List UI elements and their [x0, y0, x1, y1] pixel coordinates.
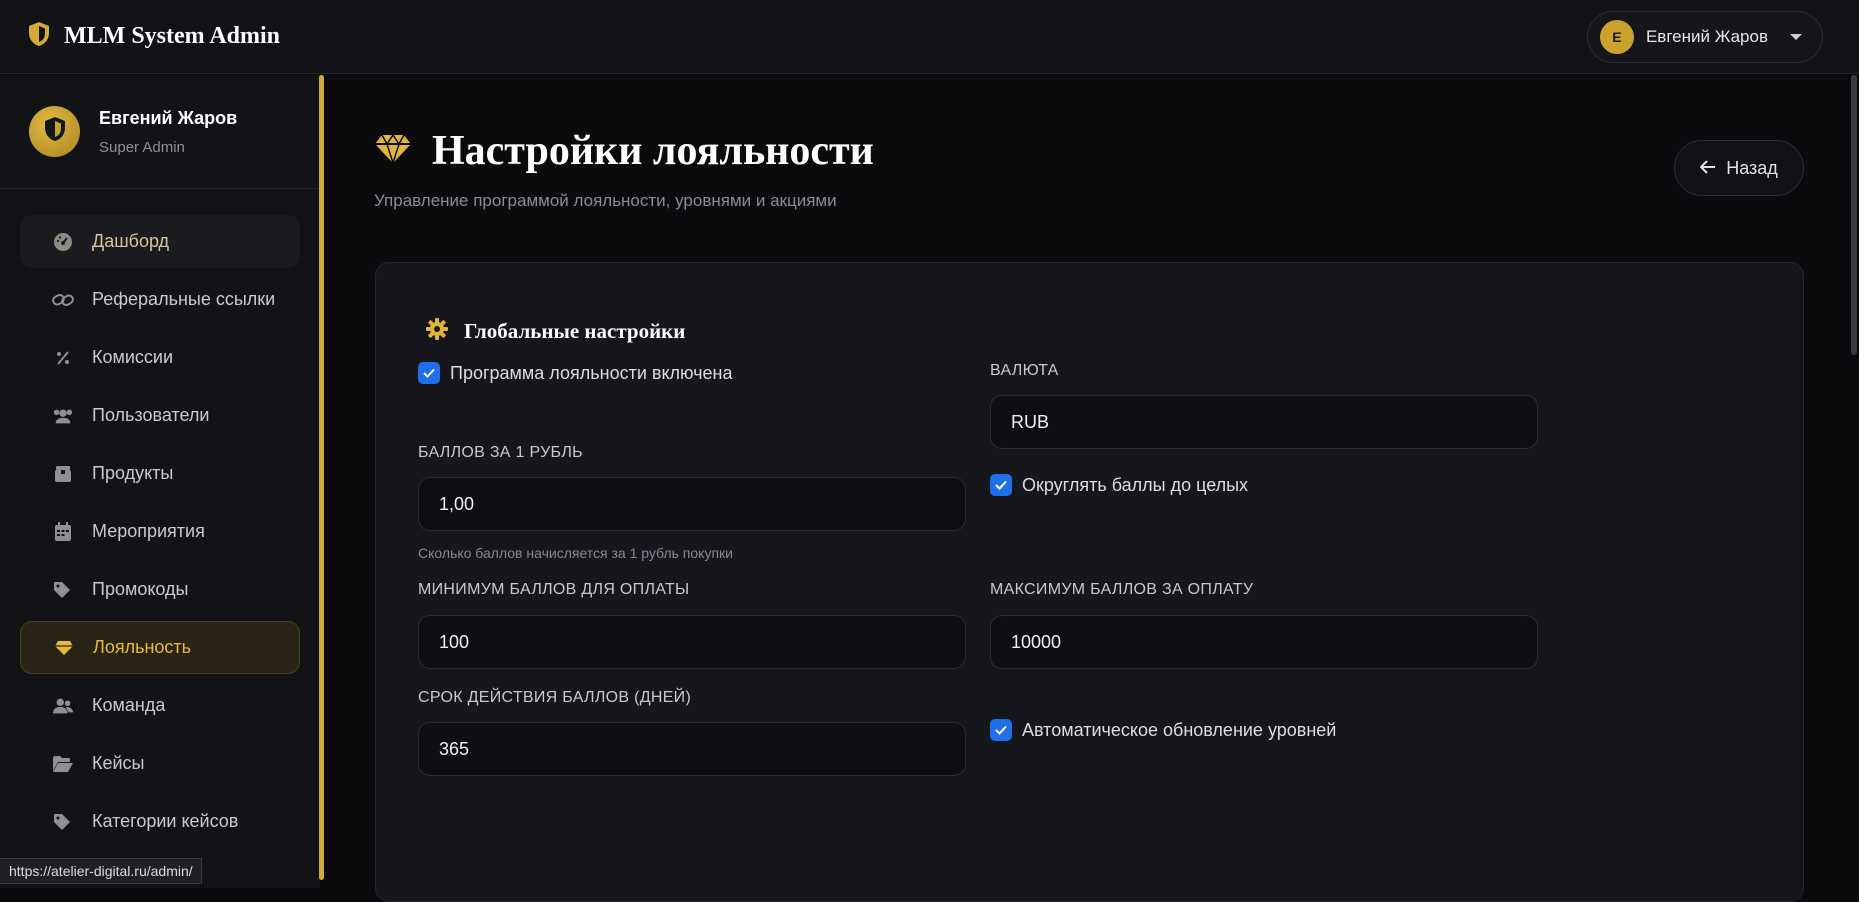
- page-title: Настройки лояльности: [432, 128, 874, 174]
- sidebar-item-loyalty[interactable]: Лояльность: [20, 621, 300, 674]
- section-title: Глобальные настройки: [464, 319, 686, 343]
- program-enabled-checkbox[interactable]: [418, 362, 440, 384]
- app-title: MLM System Admin: [64, 23, 280, 49]
- profile-role: Super Admin: [99, 138, 185, 156]
- shield-icon: [44, 116, 66, 147]
- sidebar-item-label: Кейсы: [92, 753, 145, 773]
- min-points-label: МИНИМУМ БАЛЛОВ ДЛЯ ОПЛАТЫ: [418, 581, 690, 598]
- sidebar-item-products[interactable]: Продукты: [20, 447, 300, 500]
- points-per-ruble-hint: Сколько баллов начисляется за 1 рубль по…: [418, 545, 733, 561]
- sidebar: Евгений Жаров Super Admin Дашборд Рефера…: [0, 75, 320, 888]
- auto-levels-checkbox-row[interactable]: Автоматическое обновление уровней: [990, 719, 1336, 741]
- sidebar-item-case-categories[interactable]: Категории кейсов: [20, 795, 300, 848]
- expiry-input[interactable]: 365: [418, 722, 966, 776]
- sidebar-item-events[interactable]: Мероприятия: [20, 505, 300, 558]
- sidebar-item-label: Лояльность: [93, 637, 192, 657]
- round-points-checkbox[interactable]: [990, 474, 1012, 496]
- users-icon: [52, 407, 74, 425]
- sidebar-nav: Дашборд Реферальные ссылки Комиссии Поль…: [0, 189, 320, 848]
- team-icon: [52, 697, 74, 715]
- round-points-label: Округлять баллы до целых: [1022, 474, 1249, 495]
- chevron-down-icon: [1790, 33, 1802, 40]
- profile-name: Евгений Жаров: [99, 107, 238, 128]
- max-points-label: МАКСИМУМ БАЛЛОВ ЗА ОПЛАТУ: [990, 581, 1254, 598]
- dashboard-icon: [52, 232, 74, 252]
- top-navbar: MLM System Admin Е Евгений Жаров: [0, 0, 1859, 74]
- back-button-label: Назад: [1726, 157, 1778, 178]
- status-bar-url: https://atelier-digital.ru/admin/: [0, 858, 202, 884]
- sidebar-item-label: Промокоды: [92, 579, 189, 599]
- avatar: Е: [1599, 19, 1634, 54]
- user-menu-button[interactable]: Е Евгений Жаров: [1586, 10, 1823, 63]
- folder-open-icon: [52, 755, 74, 773]
- page-scrollbar[interactable]: [1851, 75, 1857, 355]
- gem-icon: [374, 133, 412, 170]
- calendar-icon: [52, 521, 74, 542]
- gear-icon: [426, 318, 448, 345]
- box-icon: [52, 465, 74, 483]
- link-icon: [52, 292, 74, 308]
- tags-icon: [52, 581, 74, 599]
- sidebar-item-label: Категории кейсов: [92, 811, 239, 831]
- currency-label: ВАЛЮТА: [990, 362, 1059, 379]
- sidebar-item-commissions[interactable]: Комиссии: [20, 331, 300, 384]
- global-settings-card: Глобальные настройки Программа лояльност…: [375, 262, 1804, 902]
- profile-avatar: [29, 106, 80, 157]
- page-header: Настройки лояльности Управление программ…: [374, 127, 874, 211]
- sidebar-item-promocodes[interactable]: Промокоды: [20, 563, 300, 616]
- max-points-input[interactable]: 10000: [990, 615, 1538, 669]
- page-subtitle: Управление программой лояльности, уровня…: [374, 191, 837, 210]
- sidebar-item-label: Дашборд: [92, 231, 170, 251]
- sidebar-item-label: Команда: [92, 695, 166, 715]
- sidebar-item-label: Комиссии: [92, 347, 174, 367]
- percent-icon: [52, 350, 74, 366]
- sidebar-item-label: Мероприятия: [92, 521, 205, 541]
- arrow-left-icon: [1699, 158, 1716, 179]
- section-header: Глобальные настройки: [426, 318, 685, 345]
- user-name: Евгений Жаров: [1645, 26, 1768, 46]
- expiry-label: СРОК ДЕЙСТВИЯ БАЛЛОВ (ДНЕЙ): [418, 689, 692, 706]
- sidebar-item-dashboard[interactable]: Дашборд: [20, 215, 300, 268]
- currency-input[interactable]: RUB: [990, 395, 1538, 449]
- sidebar-item-team[interactable]: Команда: [20, 679, 300, 732]
- points-per-ruble-input[interactable]: 1,00: [418, 477, 966, 531]
- gem-icon: [53, 640, 75, 656]
- sidebar-item-label: Пользователи: [92, 405, 210, 425]
- sidebar-item-label: Реферальные ссылки: [92, 289, 276, 309]
- auto-levels-checkbox[interactable]: [990, 719, 1012, 741]
- brand[interactable]: MLM System Admin: [28, 21, 280, 52]
- program-enabled-label: Программа лояльности включена: [450, 362, 733, 383]
- sidebar-item-users[interactable]: Пользователи: [20, 389, 300, 442]
- sidebar-item-referral-links[interactable]: Реферальные ссылки: [20, 273, 300, 326]
- main-content: Настройки лояльности Управление программ…: [324, 75, 1859, 902]
- auto-levels-label: Автоматическое обновление уровней: [1022, 719, 1337, 740]
- min-points-input[interactable]: 100: [418, 615, 966, 669]
- program-enabled-checkbox-row[interactable]: Программа лояльности включена: [418, 362, 733, 384]
- tag-icon: [52, 813, 74, 831]
- shield-logo-icon: [28, 21, 50, 52]
- sidebar-item-cases[interactable]: Кейсы: [20, 737, 300, 790]
- back-button[interactable]: Назад: [1674, 140, 1804, 196]
- points-per-ruble-label: БАЛЛОВ ЗА 1 РУБЛЬ: [418, 444, 583, 461]
- round-points-checkbox-row[interactable]: Округлять баллы до целых: [990, 474, 1248, 496]
- sidebar-item-label: Продукты: [92, 463, 174, 483]
- sidebar-profile: Евгений Жаров Super Admin: [0, 75, 320, 189]
